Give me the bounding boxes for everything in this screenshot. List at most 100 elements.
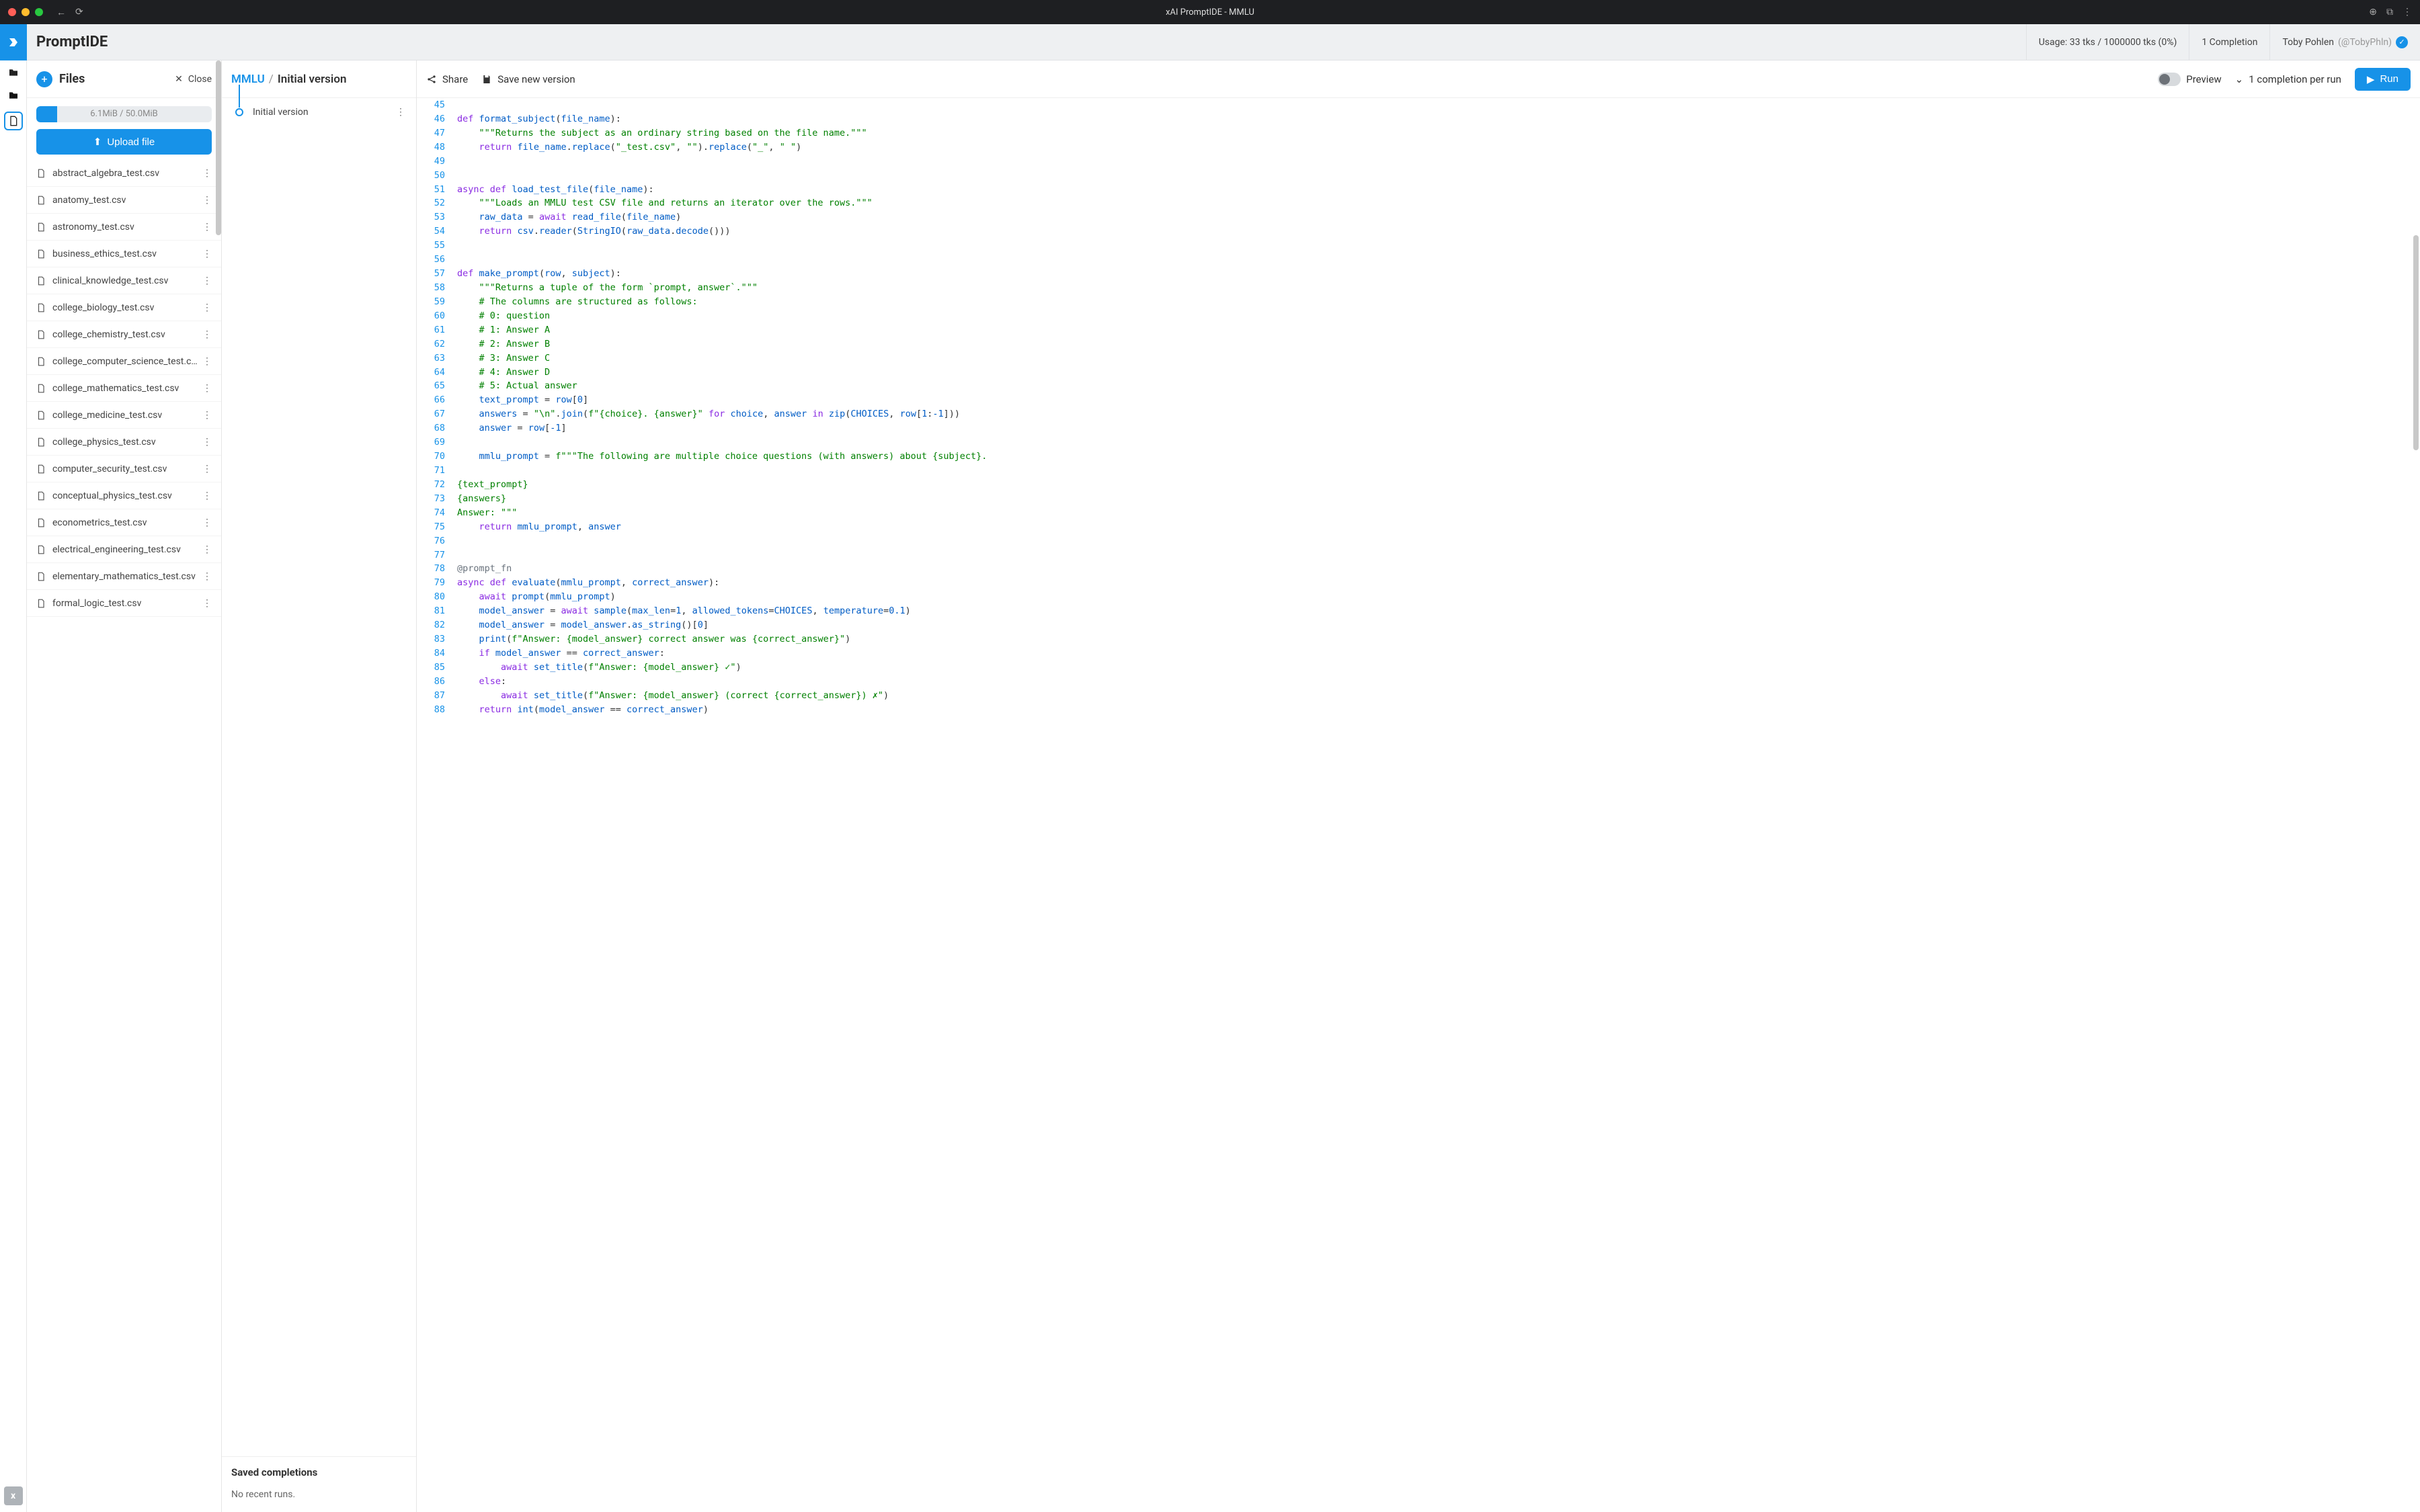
code-line[interactable]: 84 if model_answer == correct_answer: [417,646,2420,661]
file-item[interactable]: anatomy_test.csv⋮ [27,187,221,214]
code-line[interactable]: 54 return csv.reader(StringIO(raw_data.d… [417,224,2420,239]
folder-icon[interactable] [8,67,19,78]
preview-toggle[interactable]: Preview [2158,73,2221,86]
back-icon[interactable]: ← [56,7,66,18]
folder-filled-icon[interactable] [8,90,19,101]
code-line[interactable]: 73{answers} [417,492,2420,506]
user-chip[interactable]: Toby Pohlen (@TobyPhln) ✓ [2269,24,2420,60]
upload-file-button[interactable]: ⬆ Upload file [36,129,212,155]
file-item[interactable]: abstract_algebra_test.csv⋮ [27,160,221,187]
code-line[interactable]: 71 [417,464,2420,478]
code-line[interactable]: 67 answers = "\n".join(f"{choice}. {answ… [417,407,2420,421]
code-line[interactable]: 53 raw_data = await read_file(file_name) [417,210,2420,224]
file-kebab-icon[interactable]: ⋮ [200,192,214,208]
code-line[interactable]: 64 # 4: Answer D [417,366,2420,380]
file-list[interactable]: abstract_algebra_test.csv⋮anatomy_test.c… [27,160,221,1512]
maximize-window-icon[interactable] [35,8,43,16]
file-icon[interactable] [5,113,22,129]
code-line[interactable]: 86 else: [417,675,2420,689]
file-kebab-icon[interactable]: ⋮ [200,273,214,289]
code-line[interactable]: 47 """Returns the subject as an ordinary… [417,126,2420,140]
code-line[interactable]: 50 [417,169,2420,183]
file-kebab-icon[interactable]: ⋮ [200,515,214,531]
xai-logo-icon[interactable]: x [4,1486,23,1505]
file-item[interactable]: computer_security_test.csv⋮ [27,456,221,482]
file-item[interactable]: electrical_engineering_test.csv⋮ [27,536,221,563]
code-line[interactable]: 60 # 0: question [417,309,2420,323]
code-line[interactable]: 74Answer: """ [417,506,2420,520]
run-button[interactable]: ▶ Run [2355,68,2411,91]
add-file-button[interactable]: + [36,71,52,87]
file-kebab-icon[interactable]: ⋮ [200,246,214,262]
version-kebab-icon[interactable]: ⋮ [393,104,408,120]
file-item[interactable]: business_ethics_test.csv⋮ [27,241,221,267]
share-button[interactable]: Share [426,73,468,85]
code-line[interactable]: 70 mmlu_prompt = f"""The following are m… [417,450,2420,464]
file-kebab-icon[interactable]: ⋮ [200,542,214,558]
code-line[interactable]: 48 return file_name.replace("_test.csv",… [417,140,2420,155]
code-line[interactable]: 87 await set_title(f"Answer: {model_answ… [417,689,2420,703]
code-line[interactable]: 61 # 1: Answer A [417,323,2420,337]
code-line[interactable]: 63 # 3: Answer C [417,351,2420,366]
code-line[interactable]: 46def format_subject(file_name): [417,112,2420,126]
code-editor[interactable]: 45 46def format_subject(file_name):47 ""… [417,98,2420,1512]
file-kebab-icon[interactable]: ⋮ [200,353,214,370]
code-line[interactable]: 83 print(f"Answer: {model_answer} correc… [417,632,2420,646]
file-kebab-icon[interactable]: ⋮ [200,407,214,423]
editor-scrollbar[interactable] [2413,235,2419,450]
code-line[interactable]: 78@prompt_fn [417,562,2420,576]
code-line[interactable]: 65 # 5: Actual answer [417,379,2420,393]
file-item[interactable]: college_computer_science_test.csv⋮ [27,348,221,375]
file-kebab-icon[interactable]: ⋮ [200,300,214,316]
code-line[interactable]: 82 model_answer = model_answer.as_string… [417,618,2420,632]
file-item[interactable]: college_medicine_test.csv⋮ [27,402,221,429]
code-line[interactable]: 66 text_prompt = row[0] [417,393,2420,407]
code-line[interactable]: 77 [417,548,2420,562]
file-kebab-icon[interactable]: ⋮ [200,569,214,585]
code-line[interactable]: 72{text_prompt} [417,478,2420,492]
file-kebab-icon[interactable]: ⋮ [200,327,214,343]
code-line[interactable]: 52 """Loads an MMLU test CSV file and re… [417,196,2420,210]
file-item[interactable]: college_chemistry_test.csv⋮ [27,321,221,348]
code-line[interactable]: 81 model_answer = await sample(max_len=1… [417,604,2420,618]
app-logo-icon[interactable] [0,24,27,60]
file-kebab-icon[interactable]: ⋮ [200,595,214,612]
close-sidebar-button[interactable]: ✕ Close [175,74,212,85]
code-line[interactable]: 76 [417,534,2420,548]
code-line[interactable]: 75 return mmlu_prompt, answer [417,520,2420,534]
code-line[interactable]: 79async def evaluate(mmlu_prompt, correc… [417,576,2420,590]
file-kebab-icon[interactable]: ⋮ [200,461,214,477]
reload-icon[interactable]: ⟳ [75,7,83,18]
code-line[interactable]: 85 await set_title(f"Answer: {model_answ… [417,661,2420,675]
file-kebab-icon[interactable]: ⋮ [200,219,214,235]
code-line[interactable]: 56 [417,253,2420,267]
sidebar-scrollbar[interactable] [216,60,221,235]
file-item[interactable]: college_biology_test.csv⋮ [27,294,221,321]
code-line[interactable]: 49 [417,155,2420,169]
file-item[interactable]: econometrics_test.csv⋮ [27,509,221,536]
version-item[interactable]: Initial version⋮ [222,98,416,126]
kebab-menu-icon[interactable]: ⋮ [2403,7,2412,17]
code-line[interactable]: 58 """Returns a tuple of the form `promp… [417,281,2420,295]
file-item[interactable]: college_physics_test.csv⋮ [27,429,221,456]
file-item[interactable]: elementary_mathematics_test.csv⋮ [27,563,221,590]
minimize-window-icon[interactable] [22,8,30,16]
zoom-icon[interactable]: ⊕ [2369,7,2377,17]
code-line[interactable]: 69 [417,435,2420,450]
code-line[interactable]: 55 [417,239,2420,253]
code-line[interactable]: 62 # 2: Answer B [417,337,2420,351]
close-window-icon[interactable] [8,8,16,16]
file-kebab-icon[interactable]: ⋮ [200,434,214,450]
code-line[interactable]: 57def make_prompt(row, subject): [417,267,2420,281]
file-item[interactable]: college_mathematics_test.csv⋮ [27,375,221,402]
file-kebab-icon[interactable]: ⋮ [200,488,214,504]
file-item[interactable]: astronomy_test.csv⋮ [27,214,221,241]
file-item[interactable]: conceptual_physics_test.csv⋮ [27,482,221,509]
code-line[interactable]: 68 answer = row[-1] [417,421,2420,435]
code-line[interactable]: 51async def load_test_file(file_name): [417,183,2420,197]
code-line[interactable]: 59 # The columns are structured as follo… [417,295,2420,309]
file-item[interactable]: clinical_knowledge_test.csv⋮ [27,267,221,294]
code-line[interactable]: 80 await prompt(mmlu_prompt) [417,590,2420,604]
completions-per-run-dropdown[interactable]: ⌄ 1 completion per run [2235,73,2341,85]
code-line[interactable]: 45 [417,98,2420,112]
